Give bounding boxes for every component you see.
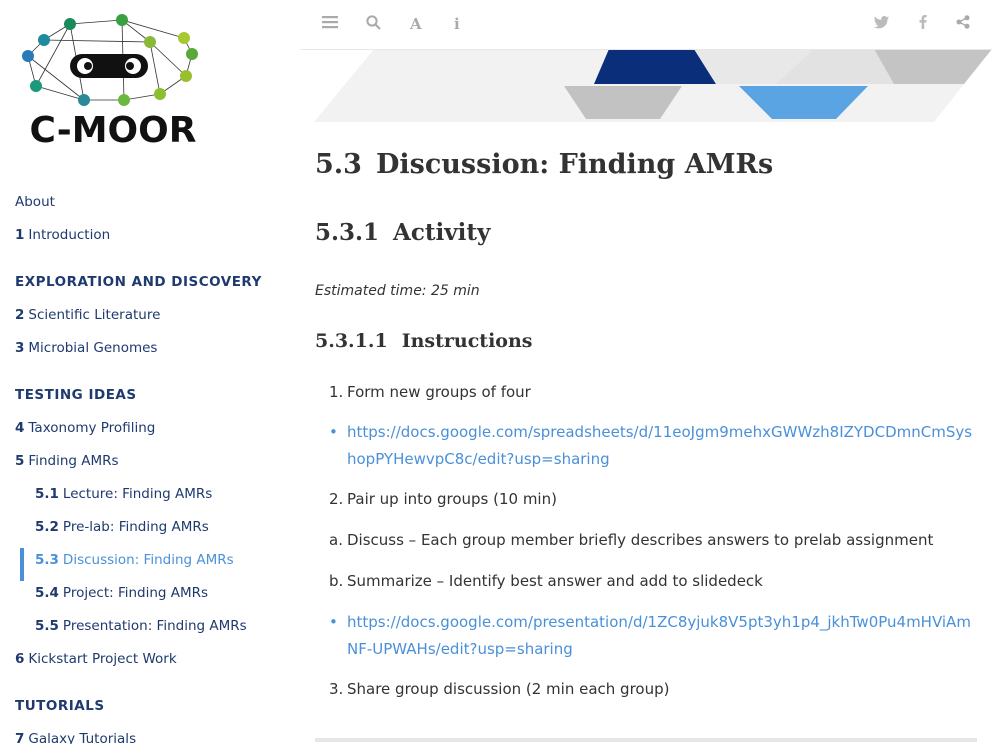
subsection-heading: 5.3.1 Activity (315, 213, 977, 253)
list-item: 3. Share group discussion (2 min each gro… (315, 676, 977, 703)
list-marker: b. (329, 572, 344, 590)
sidebar-item-introduction[interactable]: 1 Introduction (0, 223, 300, 256)
list-marker: 2. (329, 490, 344, 508)
sidebar-item-label: Lecture: Finding AMRs (62, 486, 213, 502)
share-icon[interactable] (956, 15, 970, 33)
sidebar-item-project[interactable]: 5.4 Project: Finding AMRs (0, 581, 300, 614)
instructions-list: 1. Form new groups of four • https://docs.… (315, 379, 977, 703)
list-item-text: Pair up into groups (10 min) (347, 490, 557, 508)
list-item: a. Discuss – Each group member briefly de… (315, 527, 977, 554)
sidebar-item-label: Galaxy Tutorials (28, 731, 137, 744)
sidebar-item-kickstart[interactable]: 6 Kickstart Project Work (0, 647, 300, 680)
sidebar: C-MOOR About 1 Introduction EXPLORATION A… (0, 0, 300, 744)
section-title: Activity (393, 219, 491, 246)
sidebar-item-label: Pre-lab: Finding AMRs (62, 519, 209, 535)
logo-text: C-MOOR (30, 110, 197, 151)
info-icon[interactable]: i (454, 15, 460, 33)
sidebar-item-presentation[interactable]: 5.5 Presentation: Finding AMRs (0, 614, 300, 647)
section-title: Instructions (401, 330, 533, 352)
subsubsection-heading: 5.3.1.1 Instructions (315, 326, 977, 356)
sidebar-item-label: Finding AMRs (28, 453, 119, 469)
sidebar-item-label: Introduction (28, 227, 111, 243)
section-number: 5.3 (315, 149, 362, 180)
sidebar-item-about[interactable]: About (0, 190, 300, 223)
banner-graphic (314, 49, 992, 122)
list-marker: a. (329, 531, 343, 549)
sidebar-item-label: Discussion: Finding AMRs (62, 552, 234, 568)
sidebar-item-label: About (15, 194, 55, 210)
sidebar-item-number: 5.4 (35, 585, 59, 601)
sidebar-item-label: Project: Finding AMRs (62, 585, 209, 601)
sidebar-item-galaxy-tutorials[interactable]: 7 Galaxy Tutorials (0, 727, 300, 744)
sidebar-item-number: 1 (15, 227, 25, 243)
sidebar-item-prelab[interactable]: 5.2 Pre-lab: Finding AMRs (0, 515, 300, 548)
list-marker: 1. (329, 383, 344, 401)
c-moor-logo[interactable]: C-MOOR (18, 12, 208, 152)
list-item: • https://docs.google.com/spreadsheets/d/… (315, 419, 977, 473)
list-marker: • (329, 613, 338, 631)
sidebar-item-label: Kickstart Project Work (28, 651, 177, 667)
sidebar-section-header: EXPLORATION AND DISCOVERY (15, 274, 262, 290)
spreadsheet-link[interactable]: https://docs.google.com/spreadsheets/d/1… (347, 423, 972, 468)
sidebar-item-number: 2 (15, 307, 25, 323)
list-marker: 3. (329, 680, 344, 698)
sidebar-item-number: 5.5 (35, 618, 59, 634)
sidebar-item-number: 3 (15, 340, 25, 356)
sidebar-item-finding-amrs[interactable]: 5 Finding AMRs (0, 449, 300, 482)
toolbar: A i (300, 0, 992, 50)
list-item: 1. Form new groups of four (315, 379, 977, 406)
section-number: 5.3.1.1 (315, 330, 388, 352)
list-marker: • (329, 423, 338, 441)
sidebar-nav: About 1 Introduction EXPLORATION AND DISC… (0, 190, 300, 744)
divider (315, 738, 977, 742)
presentation-link[interactable]: https://docs.google.com/presentation/d/1… (347, 613, 971, 658)
sidebar-item-label: Microbial Genomes (28, 340, 158, 356)
facebook-icon[interactable] (919, 15, 927, 33)
sidebar-item-taxonomy-profiling[interactable]: 4 Taxonomy Profiling (0, 416, 300, 449)
list-item: b. Summarize – Identify best answer and a… (315, 568, 977, 595)
sidebar-item-number: 7 (15, 731, 25, 744)
sidebar-item-lecture[interactable]: 5.1 Lecture: Finding AMRs (0, 482, 300, 515)
menu-icon[interactable] (322, 15, 338, 33)
twitter-icon[interactable] (874, 15, 889, 33)
sidebar-item-number: 4 (15, 420, 25, 436)
list-item-text: Form new groups of four (347, 383, 531, 401)
sidebar-item-number: 5.3 (35, 552, 59, 568)
list-item: 2. Pair up into groups (10 min) (315, 486, 977, 513)
sidebar-item-number: 5.2 (35, 519, 59, 535)
search-icon[interactable] (366, 15, 381, 34)
sidebar-item-number: 6 (15, 651, 25, 667)
sidebar-section-header: TESTING IDEAS (15, 387, 137, 403)
sidebar-item-discussion-active[interactable]: 5.3 Discussion: Finding AMRs (20, 548, 300, 581)
sidebar-item-number: 5.1 (35, 486, 59, 502)
list-item-text: Summarize – Identify best answer and add… (347, 572, 763, 590)
list-item-text: Share group discussion (2 min each group… (347, 680, 670, 698)
sidebar-item-label: Taxonomy Profiling (28, 420, 156, 436)
section-title: Discussion: Finding AMRs (375, 149, 774, 180)
main-content: 5.3 Discussion: Finding AMRs 5.3.1 Activit… (315, 140, 977, 703)
section-number: 5.3.1 (315, 219, 380, 246)
font-icon[interactable]: A (410, 15, 422, 33)
sidebar-item-label: Scientific Literature (28, 307, 161, 323)
estimated-time: Estimated time: 25 min (315, 283, 480, 299)
list-item: • https://docs.google.com/presentation/d/… (315, 609, 977, 663)
list-item-text: Discuss – Each group member briefly desc… (347, 531, 934, 549)
sidebar-section-header: TUTORIALS (15, 698, 105, 714)
sidebar-item-label: Presentation: Finding AMRs (62, 618, 247, 634)
sidebar-item-number: 5 (15, 453, 25, 469)
sidebar-item-microbial-genomes[interactable]: 3 Microbial Genomes (0, 336, 300, 369)
page-title: 5.3 Discussion: Finding AMRs (315, 140, 977, 190)
sidebar-item-scientific-literature[interactable]: 2 Scientific Literature (0, 303, 300, 336)
